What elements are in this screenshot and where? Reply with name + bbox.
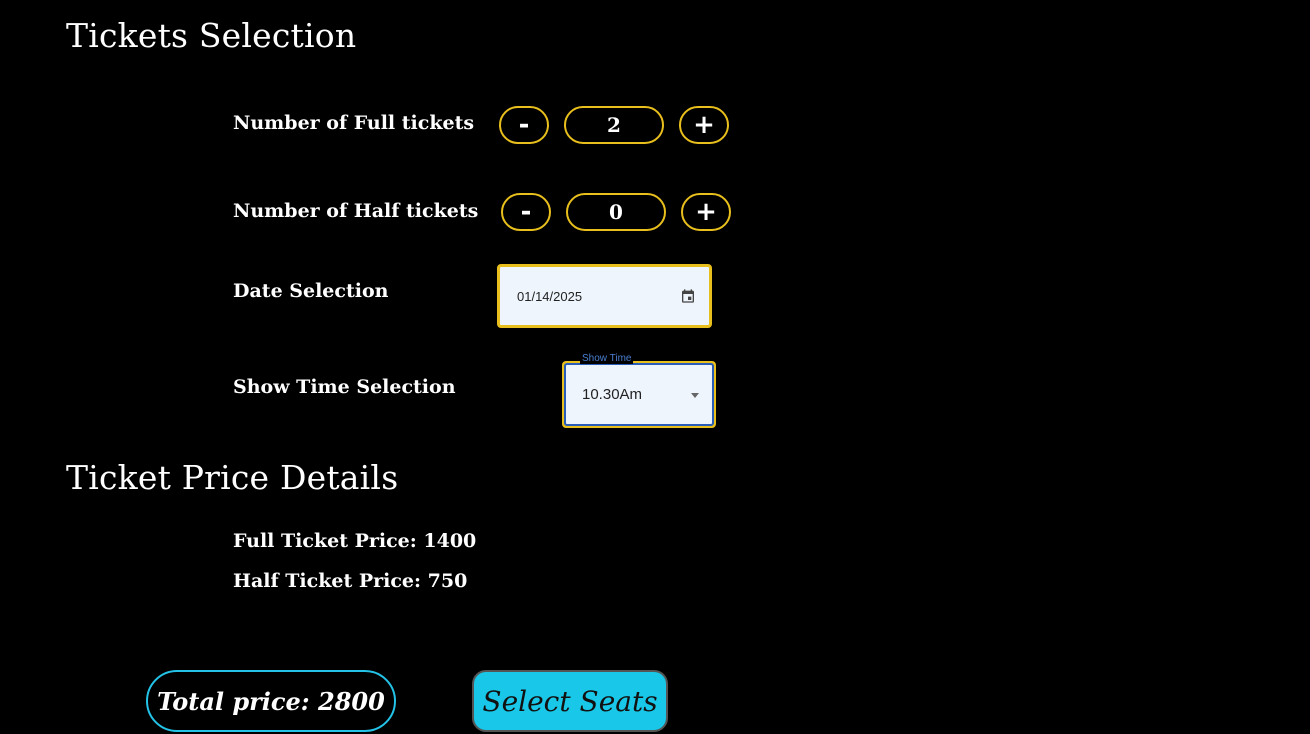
full-tickets-label: Number of Full tickets [233,112,475,134]
full-tickets-increment-button[interactable]: + [679,106,729,144]
full-tickets-decrement-button[interactable]: - [499,106,549,144]
date-input[interactable]: 01/14/2025 [497,264,712,328]
select-seats-button[interactable]: Select Seats [472,670,668,732]
show-time-select[interactable]: 10.30Am [562,361,716,428]
half-tickets-decrement-button[interactable]: - [501,193,551,231]
full-ticket-price: Full Ticket Price: 1400 [233,530,477,552]
ticket-price-details-title: Ticket Price Details [66,458,399,497]
show-time-value: 10.30Am [582,386,643,403]
half-tickets-increment-button[interactable]: + [681,193,731,231]
calendar-icon[interactable] [680,288,696,304]
date-selection-label: Date Selection [233,280,389,302]
total-price-badge: Total price: 2800 [146,670,396,732]
show-time-label: Show Time Selection [233,376,456,398]
half-tickets-label: Number of Half tickets [233,200,479,222]
half-ticket-price: Half Ticket Price: 750 [233,570,468,592]
dropdown-arrow-icon[interactable] [691,393,699,398]
full-tickets-count: 2 [564,106,664,144]
half-tickets-count: 0 [566,193,666,231]
show-time-legend: Show Time [580,353,634,364]
date-value: 01/14/2025 [517,289,583,304]
tickets-selection-title: Tickets Selection [66,16,357,55]
